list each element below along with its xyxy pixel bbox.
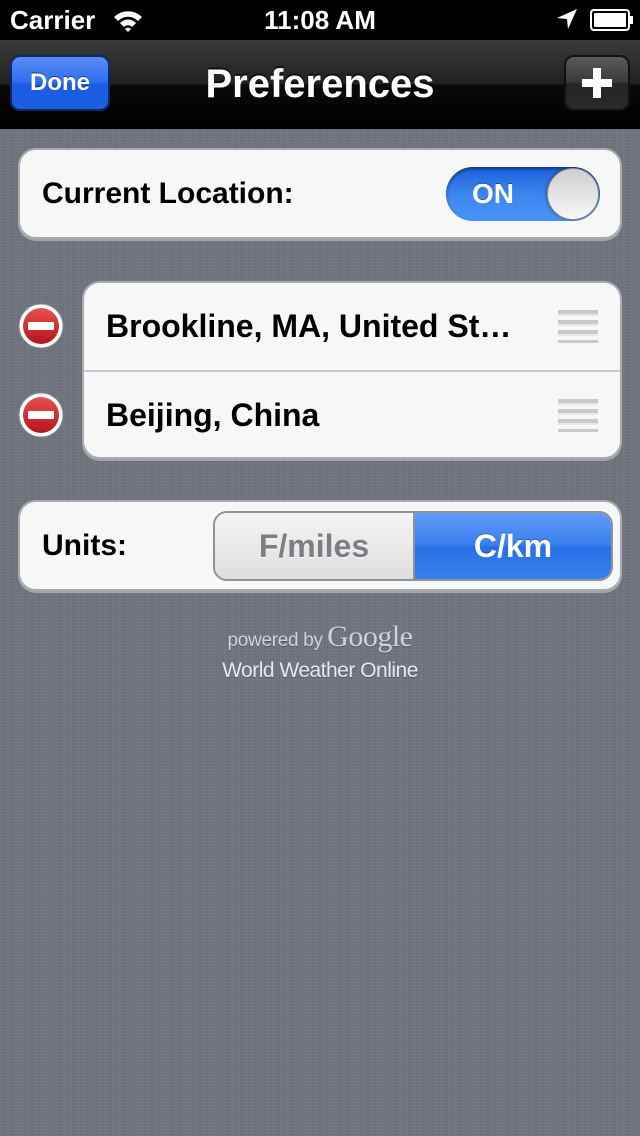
reorder-handle-icon[interactable] <box>558 309 598 343</box>
powered-by-google: powered by Google <box>0 620 640 654</box>
units-cell: Units: F/miles C/km <box>18 500 622 591</box>
location-name: Brookline, MA, United St… <box>106 308 512 344</box>
plus-icon <box>582 68 612 98</box>
location-name: Beijing, China <box>106 397 320 433</box>
current-location-cell: Current Location: ON <box>18 148 622 239</box>
page-title: Preferences <box>205 62 435 106</box>
battery-icon <box>590 9 633 31</box>
list-item[interactable]: Beijing, China <box>84 372 620 459</box>
toggle-knob[interactable] <box>547 168 599 220</box>
google-wordmark: Google <box>327 620 413 653</box>
toggle-state-label: ON <box>472 178 514 209</box>
status-time: 11:08 AM <box>264 5 376 35</box>
navigation-bar: Done Preferences <box>0 40 640 129</box>
list-item[interactable]: Brookline, MA, United St… <box>84 283 620 372</box>
segment-f-miles[interactable]: F/miles <box>215 513 415 579</box>
status-bar: Carrier 11:08 AM <box>0 0 640 40</box>
saved-locations-list: Brookline, MA, United St… Beijing, China <box>82 281 622 459</box>
location-arrow-icon <box>557 9 577 29</box>
units-label: Units: <box>42 529 127 562</box>
delete-location-icon[interactable] <box>18 303 64 349</box>
reorder-handle-icon[interactable] <box>558 398 598 432</box>
add-location-button[interactable] <box>564 55 630 111</box>
delete-location-icon[interactable] <box>18 392 64 438</box>
units-segmented-control: F/miles C/km <box>213 511 613 581</box>
current-location-toggle[interactable]: ON <box>446 167 600 221</box>
current-location-label: Current Location: <box>42 177 294 210</box>
provider-label: World Weather Online <box>222 659 418 682</box>
powered-by-label: powered by <box>227 630 323 651</box>
segment-c-km[interactable]: C/km <box>415 513 611 579</box>
